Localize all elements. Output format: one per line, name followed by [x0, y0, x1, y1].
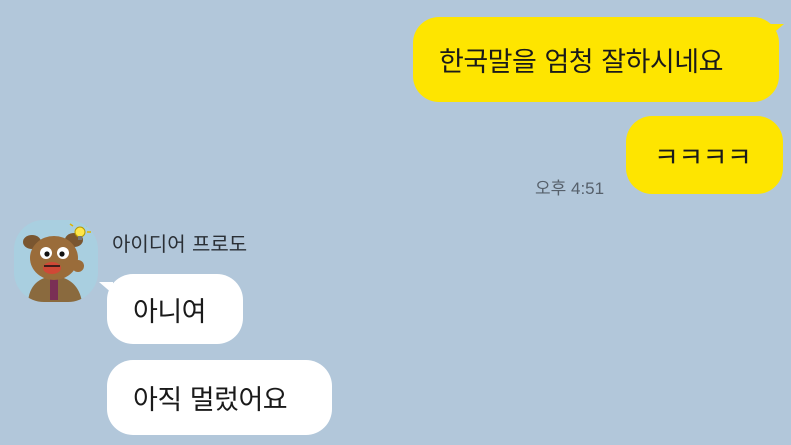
outgoing-message-bubble[interactable]: ㅋㅋㅋㅋ: [626, 116, 783, 194]
message-text: 아니여: [133, 296, 207, 328]
frodo-character-avatar-icon: [14, 220, 98, 302]
bubble-tail: [770, 24, 784, 36]
sender-avatar[interactable]: [14, 220, 98, 302]
message-timestamp: 오후 4:51: [535, 179, 605, 198]
message-text: 한국말을 엄청 잘하시네요: [439, 47, 723, 78]
incoming-message-bubble[interactable]: 아직 멀렀어요: [107, 360, 332, 435]
incoming-message-bubble[interactable]: 아니여: [107, 274, 243, 344]
message-text: 아직 멀렀어요: [133, 385, 288, 416]
sender-name: 아이디어 프로도: [112, 232, 248, 256]
message-text: ㅋㅋㅋㅋ: [654, 142, 752, 174]
bubble-tail: [99, 282, 113, 294]
outgoing-message-bubble[interactable]: 한국말을 엄청 잘하시네요: [413, 17, 779, 102]
